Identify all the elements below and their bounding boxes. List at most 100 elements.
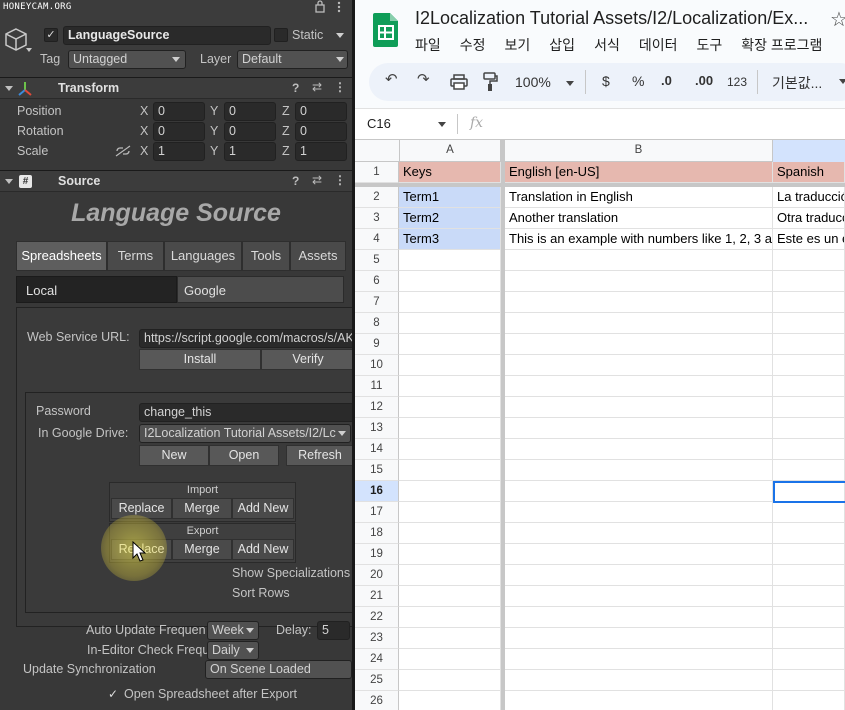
- z-axis-label[interactable]: Z: [282, 124, 290, 138]
- cell-a2[interactable]: Term1: [399, 187, 501, 208]
- delay-input[interactable]: 5: [317, 621, 350, 640]
- row-header[interactable]: 18: [355, 523, 399, 544]
- cell-a22[interactable]: [399, 607, 501, 628]
- cell-c24[interactable]: [773, 649, 845, 670]
- rotation-x-input[interactable]: 0: [153, 122, 205, 141]
- cell-c1[interactable]: Spanish: [773, 162, 845, 183]
- row-header[interactable]: 14: [355, 439, 399, 460]
- currency-format-button[interactable]: $: [602, 73, 610, 89]
- print-icon[interactable]: [450, 74, 468, 90]
- number-format-button[interactable]: 123: [727, 75, 747, 89]
- position-x-input[interactable]: 0: [153, 102, 205, 121]
- cell-c5[interactable]: [773, 250, 845, 271]
- help-icon[interactable]: ?: [292, 174, 299, 188]
- open-after-export-label[interactable]: Open Spreadsheet after Export: [124, 687, 297, 701]
- cell-b26[interactable]: [505, 691, 773, 710]
- menu-edit[interactable]: 수정: [460, 37, 486, 53]
- redo-icon[interactable]: ↷: [417, 70, 430, 88]
- zoom-dropdown-icon[interactable]: [566, 81, 574, 86]
- row-header[interactable]: 24: [355, 649, 399, 670]
- preset-icon[interactable]: ⇄: [312, 173, 322, 187]
- cell-a10[interactable]: [399, 355, 501, 376]
- row-header[interactable]: 19: [355, 544, 399, 565]
- cell-b13[interactable]: [505, 418, 773, 439]
- object-name-field[interactable]: LanguageSource: [63, 26, 271, 45]
- row-header[interactable]: 25: [355, 670, 399, 691]
- menu-format[interactable]: 서식: [594, 37, 620, 53]
- cell-b17[interactable]: [505, 502, 773, 523]
- column-header-b[interactable]: B: [501, 140, 773, 162]
- x-axis-label[interactable]: X: [140, 124, 148, 138]
- cell-c21[interactable]: [773, 586, 845, 607]
- cell-b6[interactable]: [505, 271, 773, 292]
- import-add-new-button[interactable]: Add New: [232, 498, 294, 519]
- y-axis-label[interactable]: Y: [210, 124, 218, 138]
- row-header[interactable]: 20: [355, 565, 399, 586]
- cell-b4[interactable]: This is an example with numbers like 1, …: [505, 229, 773, 250]
- selected-cell-c16[interactable]: [773, 481, 845, 503]
- rotation-z-input[interactable]: 0: [295, 122, 347, 141]
- cell-a13[interactable]: [399, 418, 501, 439]
- cell-a16[interactable]: [399, 481, 501, 502]
- star-icon[interactable]: ☆: [830, 7, 845, 32]
- cell-b19[interactable]: [505, 544, 773, 565]
- static-checkbox[interactable]: [274, 28, 288, 42]
- cell-b1[interactable]: English [en-US]: [505, 162, 773, 183]
- paint-format-icon[interactable]: [482, 72, 498, 92]
- cell-c10[interactable]: [773, 355, 845, 376]
- z-axis-label[interactable]: Z: [282, 104, 290, 118]
- cell-b23[interactable]: [505, 628, 773, 649]
- cell-c22[interactable]: [773, 607, 845, 628]
- cell-b22[interactable]: [505, 607, 773, 628]
- scale-y-input[interactable]: 1: [224, 142, 276, 161]
- cell-a15[interactable]: [399, 460, 501, 481]
- sort-rows-label[interactable]: Sort Rows: [232, 586, 290, 600]
- x-axis-label[interactable]: X: [140, 104, 148, 118]
- subtab-local[interactable]: Local: [16, 276, 177, 303]
- column-header-c[interactable]: [773, 140, 845, 162]
- cell-b16[interactable]: [505, 481, 773, 502]
- increase-decimal-button[interactable]: .00: [695, 73, 713, 88]
- cell-a7[interactable]: [399, 292, 501, 313]
- row-header[interactable]: 13: [355, 418, 399, 439]
- cell-a25[interactable]: [399, 670, 501, 691]
- export-add-new-button[interactable]: Add New: [232, 539, 294, 560]
- foldout-icon[interactable]: [5, 86, 13, 91]
- cell-a23[interactable]: [399, 628, 501, 649]
- cell-b14[interactable]: [505, 439, 773, 460]
- cell-a24[interactable]: [399, 649, 501, 670]
- cell-c25[interactable]: [773, 670, 845, 691]
- cell-a21[interactable]: [399, 586, 501, 607]
- cell-c2[interactable]: La traducció: [773, 187, 845, 208]
- cell-a3[interactable]: Term2: [399, 208, 501, 229]
- position-y-input[interactable]: 0: [224, 102, 276, 121]
- cell-c4[interactable]: Este es un e: [773, 229, 845, 250]
- cell-a12[interactable]: [399, 397, 501, 418]
- cell-b11[interactable]: [505, 376, 773, 397]
- refresh-button[interactable]: Refresh: [286, 445, 352, 466]
- cell-c19[interactable]: [773, 544, 845, 565]
- z-axis-label[interactable]: Z: [282, 144, 290, 158]
- spreadsheet-grid[interactable]: A B 1 Keys English [en-US] Spanish 2 Term1 Tra…: [355, 140, 845, 710]
- cell-c18[interactable]: [773, 523, 845, 544]
- cell-c11[interactable]: [773, 376, 845, 397]
- cell-a20[interactable]: [399, 565, 501, 586]
- cell-c14[interactable]: [773, 439, 845, 460]
- row-header[interactable]: 26: [355, 691, 399, 710]
- tab-spreadsheets[interactable]: Spreadsheets: [16, 241, 107, 271]
- font-dropdown-icon[interactable]: [839, 79, 845, 84]
- row-header[interactable]: 1: [355, 162, 399, 183]
- cell-c15[interactable]: [773, 460, 845, 481]
- row-header[interactable]: 23: [355, 628, 399, 649]
- cell-b10[interactable]: [505, 355, 773, 376]
- scale-z-input[interactable]: 1: [295, 142, 347, 161]
- cell-c6[interactable]: [773, 271, 845, 292]
- install-button[interactable]: Install: [139, 349, 261, 370]
- cell-b18[interactable]: [505, 523, 773, 544]
- row-header[interactable]: 21: [355, 586, 399, 607]
- row-header[interactable]: 11: [355, 376, 399, 397]
- tab-languages[interactable]: Languages: [164, 241, 242, 271]
- cell-b8[interactable]: [505, 313, 773, 334]
- cell-c3[interactable]: Otra traducc: [773, 208, 845, 229]
- cell-a17[interactable]: [399, 502, 501, 523]
